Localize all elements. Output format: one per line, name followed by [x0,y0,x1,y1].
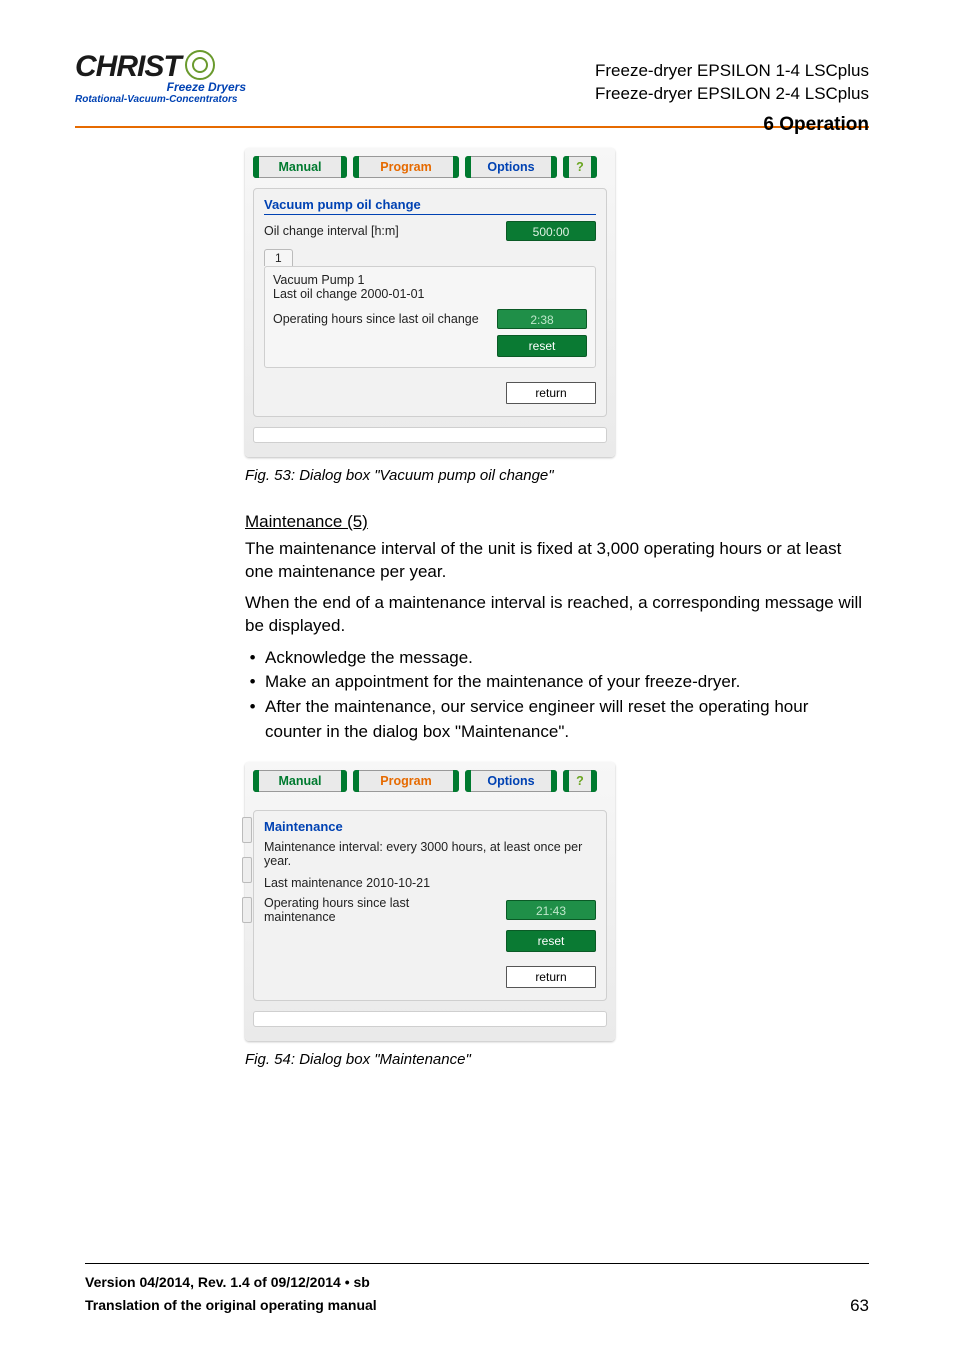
pump-tab-1[interactable]: 1 [264,249,293,266]
vacuum-oil-change-dialog: Manual Program Options ? Vacuum pump oil… [245,148,615,457]
figure-53-caption: Fig. 53: Dialog box "Vacuum pump oil cha… [245,467,869,484]
swirl-icon [185,50,215,80]
tab-manual[interactable]: Manual [253,156,347,178]
maintenance-interval-text: Maintenance interval: every 3000 hours, … [264,840,596,868]
footer-translation: Translation of the original operating ma… [85,1294,377,1316]
last-maintenance: Last maintenance 2010-10-21 [264,876,596,890]
pump-name: Vacuum Pump 1 [273,273,587,287]
maintenance-bullets: Acknowledge the message. Make an appoint… [245,646,869,745]
dialog1-title: Vacuum pump oil change [264,197,596,215]
brand-wordmark: CHRIST [75,50,181,84]
section-title: 6 Operation [85,112,869,138]
dialog2-tabs: Manual Program Options ? [253,762,607,792]
connector-icon [242,857,252,883]
pump-box: Vacuum Pump 1 Last oil change 2000-01-01… [264,266,596,368]
tab-options-2-label: Options [487,774,534,788]
dialog1-card: Vacuum pump oil change Oil change interv… [253,188,607,417]
brand-sub2: Rotational-Vacuum-Concentrators [75,94,280,105]
dialog2-statusbar [253,1011,607,1027]
bullet-3: After the maintenance, our service engin… [265,695,869,744]
op-hours-value-2: 21:43 [506,900,596,920]
dialog1-tabs: Manual Program Options ? [253,148,607,178]
maintenance-heading: Maintenance (5) [245,512,869,532]
figure-54-caption: Fig. 54: Dialog box "Maintenance" [245,1051,869,1068]
maintenance-p1: The maintenance interval of the unit is … [245,538,869,584]
tab-help-2-label: ? [576,774,584,788]
tab-manual-label: Manual [278,160,321,174]
op-hours-value: 2:38 [497,309,587,329]
return-button-2[interactable]: return [506,966,596,988]
maintenance-dialog: Manual Program Options ? Maintenance Mai… [245,762,615,1041]
page-footer: Version 04/2014, Rev. 1.4 of 09/12/2014 … [85,1271,869,1316]
page-content: Manual Program Options ? Vacuum pump oil… [0,128,954,1068]
tab-help-label: ? [576,160,584,174]
page-number: 63 [850,1296,869,1316]
last-oil-change: Last oil change 2000-01-01 [273,287,587,301]
tab-program-2-label: Program [380,774,431,788]
tab-help[interactable]: ? [563,156,597,178]
connector-icon [242,897,252,923]
connector-icon [242,817,252,843]
dialog1-statusbar [253,427,607,443]
tab-options-label: Options [487,160,534,174]
oil-interval-label: Oil change interval [h:m] [264,224,399,238]
brand-logo: CHRIST Freeze Dryers Rotational-Vacuum-C… [75,50,280,105]
reset-button[interactable]: reset [497,335,587,357]
tab-program-label: Program [380,160,431,174]
page-header: CHRIST Freeze Dryers Rotational-Vacuum-C… [0,0,954,120]
footer-version: Version 04/2014, Rev. 1.4 of 09/12/2014 … [85,1271,377,1293]
dialog2-card: Maintenance Maintenance interval: every … [253,810,607,1001]
tab-manual-2[interactable]: Manual [253,770,347,792]
op-hours-label: Operating hours since last oil change [273,312,479,326]
dialog2-title: Maintenance [264,819,596,834]
tab-manual-2-label: Manual [278,774,321,788]
oil-interval-value[interactable]: 500:00 [506,221,596,241]
bullet-1: Acknowledge the message. [265,646,869,671]
tab-options-2[interactable]: Options [465,770,557,792]
side-connectors [242,817,252,937]
tab-options[interactable]: Options [465,156,557,178]
tab-program-2[interactable]: Program [353,770,459,792]
return-button[interactable]: return [506,382,596,404]
reset-button-2[interactable]: reset [506,930,596,952]
tab-help-2[interactable]: ? [563,770,597,792]
maintenance-p2: When the end of a maintenance interval i… [245,592,869,638]
op-hours-label-2: Operating hours since last maintenance [264,896,464,924]
bullet-2: Make an appointment for the maintenance … [265,670,869,695]
footer-divider [85,1263,869,1264]
tab-program[interactable]: Program [353,156,459,178]
